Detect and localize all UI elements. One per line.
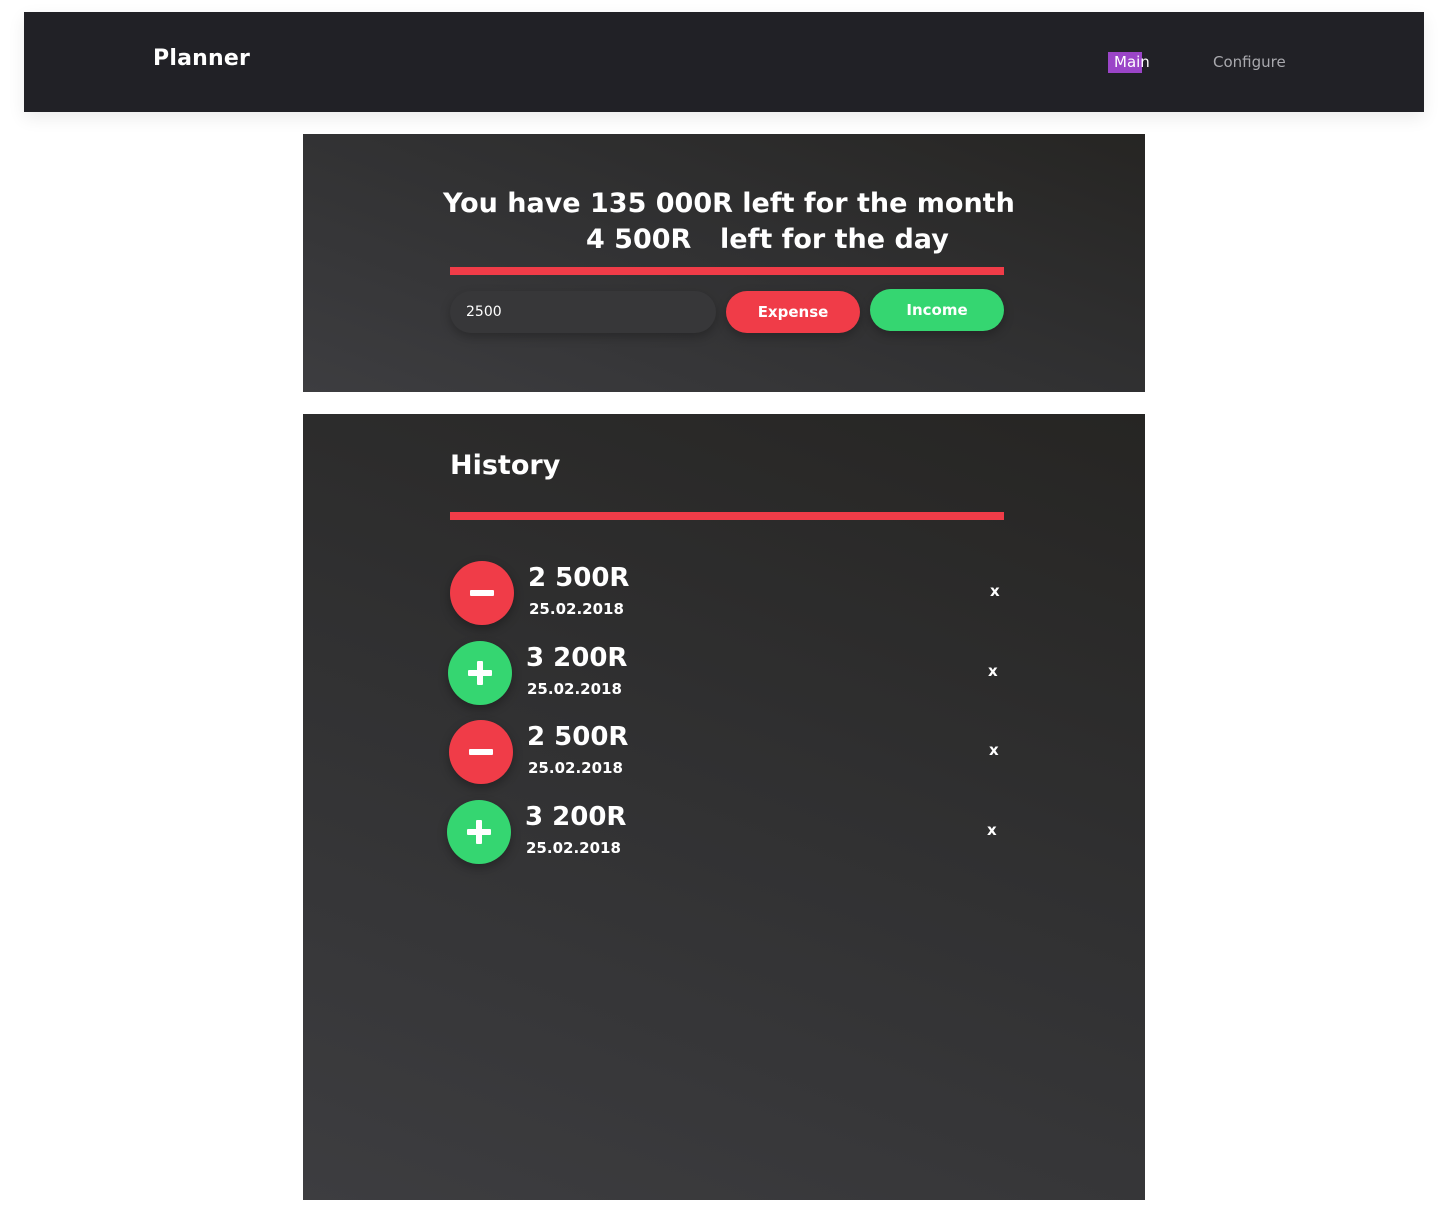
history-item: 3 200R 25.02.2018 x — [303, 641, 1145, 707]
income-button[interactable]: Income — [870, 289, 1004, 331]
minus-icon — [449, 720, 513, 784]
history-date: 25.02.2018 — [527, 680, 622, 698]
remove-button[interactable]: x — [987, 821, 997, 839]
month-remaining-text: You have 135 000R left for the month — [443, 188, 1015, 219]
remove-button[interactable]: x — [990, 582, 1000, 600]
history-date: 25.02.2018 — [526, 839, 621, 857]
history-amount: 2 500R — [528, 563, 630, 593]
history-date: 25.02.2018 — [529, 600, 624, 618]
nav-link-configure[interactable]: Configure — [1213, 53, 1286, 71]
remove-button[interactable]: x — [989, 741, 999, 759]
plus-icon — [447, 800, 511, 864]
history-item: 2 500R 25.02.2018 x — [303, 561, 1145, 627]
brand-logo[interactable]: Planner — [153, 46, 250, 71]
history-item: 3 200R 25.02.2018 x — [303, 800, 1145, 866]
history-amount: 3 200R — [526, 643, 628, 673]
summary-panel: You have 135 000R left for the month 4 5… — [303, 134, 1145, 392]
history-panel: History 2 500R 25.02.2018 x 3 200R 25.02… — [303, 414, 1145, 1200]
remove-button[interactable]: x — [988, 662, 998, 680]
history-amount: 2 500R — [527, 722, 629, 752]
history-date: 25.02.2018 — [528, 759, 623, 777]
history-item: 2 500R 25.02.2018 x — [303, 720, 1145, 786]
amount-input[interactable] — [450, 291, 716, 333]
history-divider — [450, 512, 1004, 520]
day-remaining-label: left for the day — [720, 224, 949, 255]
history-amount: 3 200R — [525, 802, 627, 832]
navbar: Planner Main Configure — [24, 12, 1424, 112]
nav-link-main[interactable]: Main — [1108, 52, 1150, 73]
nav-link-main-label: Main — [1114, 53, 1150, 71]
history-title: History — [450, 450, 561, 481]
summary-divider — [450, 267, 1004, 275]
day-remaining-amount: 4 500R — [586, 224, 692, 255]
minus-icon — [450, 561, 514, 625]
plus-icon — [448, 641, 512, 705]
expense-button[interactable]: Expense — [726, 291, 860, 333]
